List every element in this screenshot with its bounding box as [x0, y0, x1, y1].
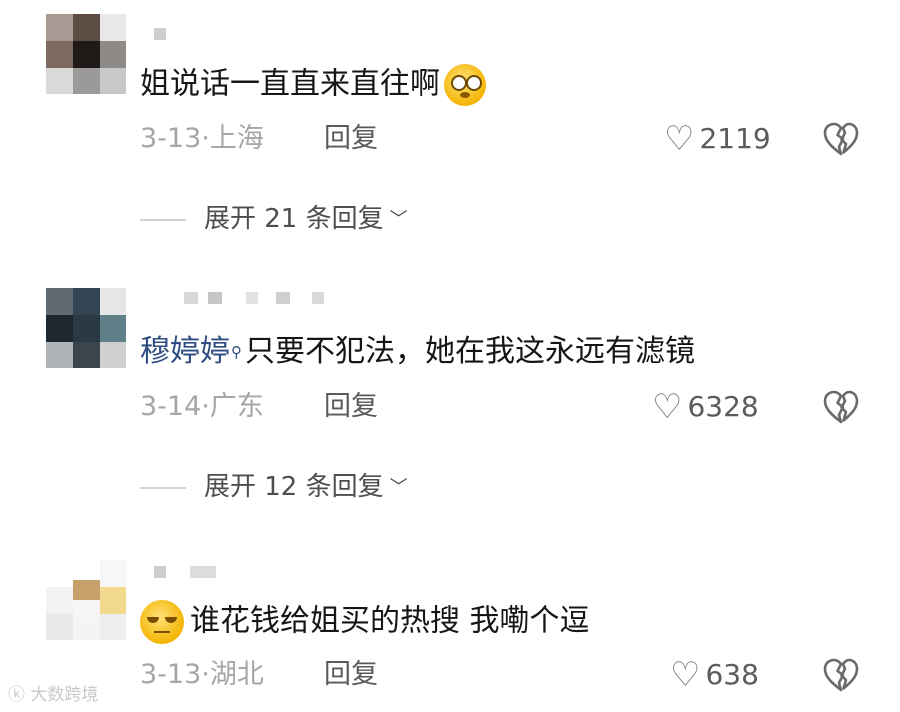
- comment-text: 穆婷婷⚲ 只要不犯法，她在我这永远有滤镜: [140, 332, 695, 372]
- avatar[interactable]: [46, 288, 126, 368]
- comment-location: 上海: [209, 123, 264, 154]
- reply-button[interactable]: 回复: [324, 390, 378, 424]
- watermark: ⓚ 大数跨境: [8, 680, 98, 705]
- expand-replies-button[interactable]: 展开 12 条回复 ﹀: [140, 470, 440, 504]
- chevron-down-icon: ﹀: [389, 208, 408, 230]
- comment-meta: 3-14·广东: [140, 390, 264, 424]
- meta-separator: ·: [201, 391, 210, 422]
- heart-outline-icon: ♡: [652, 387, 683, 427]
- heart-outline-icon: ♡: [664, 119, 695, 159]
- like-count: 638: [705, 658, 759, 691]
- expand-replies-button[interactable]: 展开 21 条回复 ﹀: [140, 202, 440, 236]
- comment-body: 只要不犯法，她在我这永远有滤镜: [245, 334, 695, 369]
- divider-line: [140, 219, 186, 221]
- comment-location: 湖北: [209, 659, 264, 690]
- search-icon: ⚲: [231, 343, 242, 361]
- like-button[interactable]: ♡ 6328: [652, 390, 759, 424]
- comment-date: 3-14: [140, 391, 202, 422]
- unamused-face-emoji-icon: [140, 600, 184, 644]
- username-blurred[interactable]: [146, 292, 336, 308]
- comment-meta: 3-13·上海: [140, 122, 264, 156]
- watermark-text: 大数跨境: [30, 685, 99, 705]
- like-count: 2119: [699, 122, 771, 155]
- comment-date: 3-13: [140, 123, 202, 154]
- mention-link[interactable]: 穆婷婷: [140, 334, 230, 369]
- heart-outline-icon: ♡: [670, 655, 701, 695]
- avatar[interactable]: [46, 14, 126, 94]
- watermark-logo-icon: ⓚ: [8, 685, 25, 705]
- comment-body: 姐说话一直直来直往啊: [140, 66, 440, 102]
- expand-replies-label: 展开 12 条回复: [204, 472, 384, 502]
- comment-meta: 3-13·湖北: [140, 658, 264, 692]
- comment-text: 谁花钱给姐买的热搜 我嘞个逗: [140, 600, 590, 644]
- broken-heart-icon[interactable]: [822, 656, 860, 694]
- reply-button[interactable]: 回复: [324, 658, 378, 692]
- username-blurred[interactable]: [146, 28, 176, 44]
- like-button[interactable]: ♡ 638: [670, 658, 759, 692]
- reply-button[interactable]: 回复: [324, 122, 378, 156]
- divider-line: [140, 487, 186, 489]
- broken-heart-icon[interactable]: [822, 388, 860, 426]
- comment-location: 广东: [209, 391, 264, 422]
- flushed-face-emoji-icon: [444, 64, 486, 106]
- comment-text: 姐说话一直直来直往啊: [140, 64, 486, 106]
- comment-body: 谁花钱给姐买的热搜 我嘞个逗: [190, 603, 590, 639]
- like-count: 6328: [687, 390, 759, 423]
- like-button[interactable]: ♡ 2119: [664, 122, 771, 156]
- expand-replies-label: 展开 21 条回复: [204, 204, 384, 234]
- avatar[interactable]: [46, 560, 126, 640]
- comment-date: 3-13: [140, 659, 202, 690]
- chevron-down-icon: ﹀: [389, 476, 408, 498]
- meta-separator: ·: [201, 659, 210, 690]
- meta-separator: ·: [201, 123, 210, 154]
- username-blurred[interactable]: [146, 566, 226, 582]
- broken-heart-icon[interactable]: [822, 120, 860, 158]
